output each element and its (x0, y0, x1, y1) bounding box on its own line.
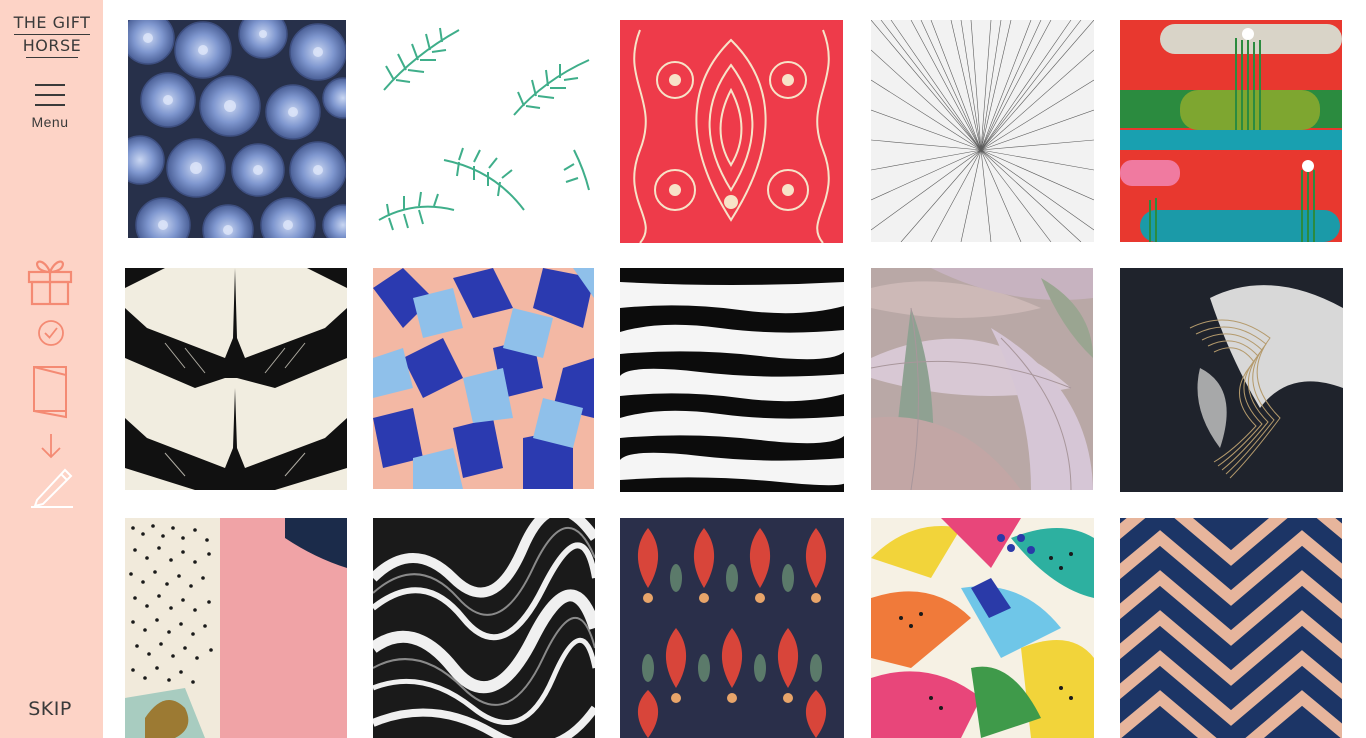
menu-label: Menu (31, 114, 69, 130)
tile-black-cranes[interactable] (125, 268, 347, 490)
tile-pink-dotted-collage[interactable] (125, 518, 347, 738)
check-circle-icon[interactable] (37, 319, 65, 347)
hamburger-icon (35, 82, 65, 110)
tile-eucalyptus-leaves[interactable] (871, 268, 1093, 490)
tile-black-white-marble[interactable] (373, 518, 595, 738)
tile-colorful-abstract-stripes[interactable] (1120, 20, 1342, 242)
pen-icon[interactable] (29, 464, 75, 508)
tile-blue-succulents[interactable] (128, 20, 346, 238)
tile-blue-pink-geometric[interactable] (373, 268, 594, 489)
tile-navy-chevron[interactable] (1120, 518, 1342, 738)
brand-line-2: HORSE (22, 36, 82, 55)
sidebar: THE GIFT HORSE Menu SKIP (0, 0, 103, 738)
brand-line-1: THE GIFT (13, 13, 91, 32)
brand-logo[interactable]: THE GIFT HORSE (12, 12, 92, 58)
tile-rainbow-brushstrokes[interactable] (871, 518, 1094, 738)
brand-rule (26, 57, 78, 58)
gift-icon[interactable] (26, 254, 74, 306)
tile-black-white-stripes[interactable] (620, 268, 844, 492)
tile-black-line-burst[interactable] (871, 20, 1094, 242)
tile-floral-damask[interactable] (620, 518, 844, 738)
skip-button[interactable]: SKIP (0, 698, 100, 720)
tile-red-paisley[interactable] (620, 20, 843, 243)
arrow-down-icon (40, 433, 62, 459)
card-icon[interactable] (32, 365, 70, 419)
tile-dark-smoke-abstract[interactable] (1120, 268, 1343, 492)
tile-green-palm-leaves[interactable] (374, 20, 594, 240)
menu-button[interactable]: Menu (26, 82, 74, 132)
